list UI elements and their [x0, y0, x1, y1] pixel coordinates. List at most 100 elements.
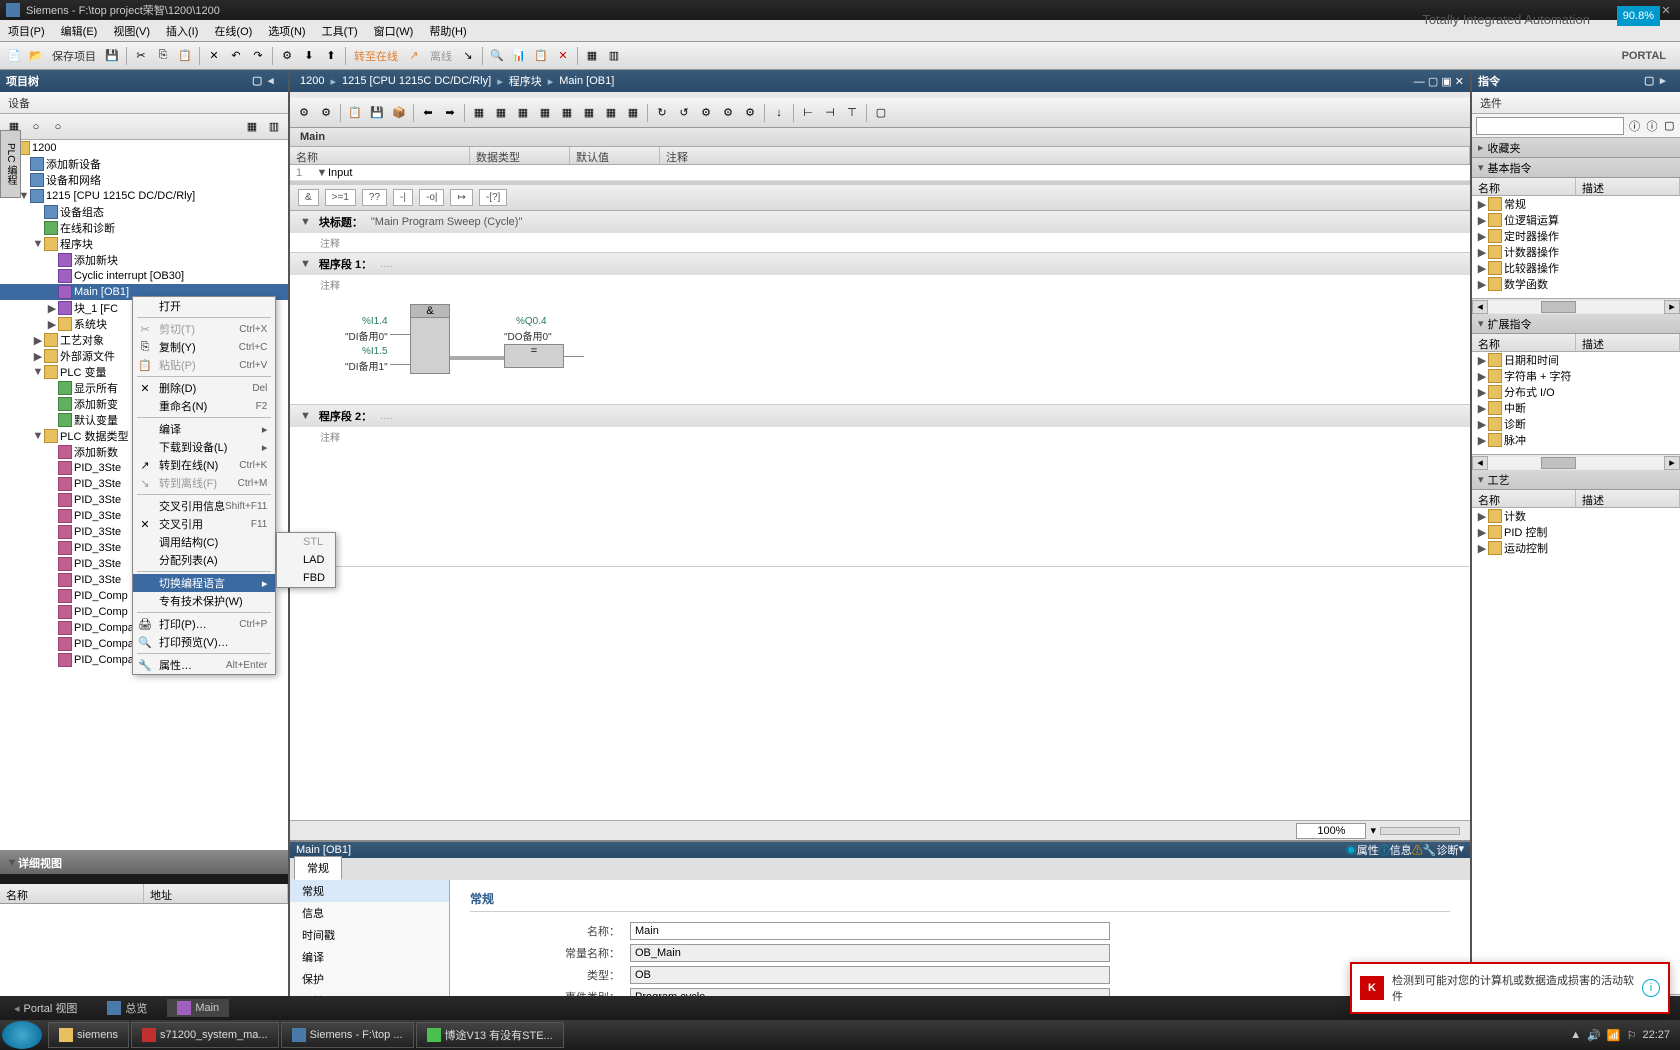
go-offline-icon[interactable]: ↘ [458, 46, 478, 66]
iface-col-comment[interactable]: 注释 [660, 147, 1470, 164]
fbd-in2-name[interactable]: "DI备用1" [345, 358, 388, 373]
copy-icon[interactable]: ⎘ [153, 46, 173, 66]
instr-col-name3[interactable]: 名称 [1472, 490, 1576, 507]
tray-clock[interactable]: 22:27 [1642, 1029, 1670, 1041]
instr-count[interactable]: ▶计数 [1472, 508, 1680, 524]
network-1-header[interactable]: ▼程序段 1：.... [290, 253, 1470, 275]
detail-col-addr[interactable]: 地址 [144, 884, 288, 903]
cm-[interactable]: 打开 [133, 297, 275, 315]
network-2-comment[interactable]: 注释 [290, 427, 1470, 446]
ext-scrollbar[interactable]: ◂▸ [1472, 454, 1680, 470]
fbd-jmp-button[interactable]: ↦ [450, 189, 472, 206]
menu-window[interactable]: 窗口(W) [366, 20, 422, 42]
block-comment[interactable]: 注释 [290, 233, 1470, 252]
network-1-body[interactable]: & = %I1.4 "DI备用0" %I1.5 "DI备用1" %Q0.4 "D… [290, 294, 1470, 404]
cut-icon[interactable]: ✂ [131, 46, 151, 66]
menu-online[interactable]: 在线(O) [206, 20, 260, 42]
et-icon-18[interactable]: ⚙ [696, 103, 716, 123]
prop-type-input[interactable] [630, 966, 1110, 984]
fbd-out-addr[interactable]: %Q0.4 [516, 316, 547, 327]
zoom-slider[interactable] [1380, 827, 1460, 835]
editor-max-icon[interactable]: ▣ [1441, 76, 1451, 88]
bc-3[interactable]: 程序块 [505, 73, 546, 89]
cm-[interactable]: 交叉引用信息Shift+F11 [133, 497, 275, 515]
instr-datetime[interactable]: ▶日期和时间 [1472, 352, 1680, 368]
fbd-no-button[interactable]: -| [393, 189, 413, 206]
zoom-value[interactable]: 100% [1296, 823, 1366, 839]
instr-string[interactable]: ▶字符串 + 字符 [1472, 368, 1680, 384]
tree-tb-3-icon[interactable]: ○ [48, 117, 68, 137]
detail-col-name[interactable]: 名称 [0, 884, 144, 903]
fbd-in2-addr[interactable]: %I1.5 [362, 346, 388, 357]
instr-general[interactable]: ▶常规 [1472, 196, 1680, 212]
cm-[interactable]: 切换编程语言▸ [133, 574, 275, 592]
delete-icon[interactable]: ✕ [204, 46, 224, 66]
et-icon-7[interactable]: ➡ [440, 103, 460, 123]
prop-subtab-general[interactable]: 常规 [294, 856, 342, 880]
system-tray[interactable]: ▲ 🔊 📶 ⚐ 22:27 [1570, 1029, 1678, 1042]
cm-sub-lad[interactable]: LAD [277, 551, 335, 569]
fbd-in1-addr[interactable]: %I1.4 [362, 316, 388, 327]
bc-4[interactable]: Main [OB1] [555, 75, 618, 87]
new-project-icon[interactable]: 📄 [4, 46, 24, 66]
instr-search-icon-1[interactable]: ⓘ [1628, 116, 1641, 136]
et-icon-19[interactable]: ⚙ [718, 103, 738, 123]
et-icon-21[interactable]: ↓ [769, 103, 789, 123]
task-chrome[interactable]: 博途V13 有没有STE... [416, 1022, 564, 1048]
block-title-header[interactable]: ▼块标题： "Main Program Sweep (Cycle)" [290, 211, 1470, 233]
cm-D[interactable]: ✕删除(D)Del [133, 379, 275, 397]
tree-add-block[interactable]: 添加新块 [0, 252, 288, 268]
instr-compare[interactable]: ▶比较器操作 [1472, 260, 1680, 276]
go-offline-button[interactable]: 离线 [426, 48, 456, 64]
sb-portal-view[interactable]: ◂Portal 视图 [4, 998, 87, 1018]
devices-tab[interactable]: 设备 [0, 92, 288, 114]
menu-edit[interactable]: 编辑(E) [53, 20, 106, 42]
sec-basic[interactable]: ▾基本指令 [1472, 158, 1680, 178]
fbd-or-button[interactable]: >=1 [325, 189, 356, 206]
left-side-tab-plc[interactable]: PLC 编程 [0, 130, 21, 198]
save-icon[interactable]: 💾 [102, 46, 122, 66]
tb-icon-3[interactable]: 📋 [531, 46, 551, 66]
cm-L[interactable]: 下载到设备(L)▸ [133, 438, 275, 456]
zoom-dropdown-icon[interactable]: ▾ [1370, 824, 1376, 837]
cm-P[interactable]: 🖨打印(P)…Ctrl+P [133, 615, 275, 633]
cm-T[interactable]: ✂剪切(T)Ctrl+X [133, 320, 275, 338]
instr-timer[interactable]: ▶定时器操作 [1472, 228, 1680, 244]
fbd-assign-block[interactable]: = [504, 344, 564, 368]
fbd-in1-name[interactable]: "DI备用0" [345, 328, 388, 343]
prop-nav-compile[interactable]: 编译 [290, 946, 449, 968]
et-icon-6[interactable]: ⬅ [418, 103, 438, 123]
go-online-button[interactable]: 转至在线 [350, 48, 402, 64]
instr-col-desc3[interactable]: 描述 [1576, 490, 1680, 507]
et-icon-2[interactable]: ⚙ [316, 103, 336, 123]
upload-icon[interactable]: ⬆ [321, 46, 341, 66]
task-siemens-app[interactable]: Siemens - F:\top ... [281, 1022, 414, 1048]
tb-icon-1[interactable]: 🔍 [487, 46, 507, 66]
tree-device-config[interactable]: 设备组态 [0, 204, 288, 220]
network-1-comment[interactable]: 注释 [290, 275, 1470, 294]
tree-view-1-icon[interactable]: ▦ [242, 117, 262, 137]
network-2-header[interactable]: ▼程序段 2：.... [290, 405, 1470, 427]
sec-tech[interactable]: ▾工艺 [1472, 470, 1680, 490]
instr-col-name2[interactable]: 名称 [1472, 334, 1576, 351]
tb-icon-5[interactable]: ▥ [604, 46, 624, 66]
fbd-nc-button[interactable]: -o| [419, 189, 445, 206]
close-button[interactable]: ✕ [1658, 3, 1674, 17]
tree-program-blocks[interactable]: ▼程序块 [0, 236, 288, 252]
prop-tab-properties[interactable]: ◉属性 [1346, 842, 1379, 858]
cm-N[interactable]: 重命名(N)F2 [133, 397, 275, 415]
cm-[interactable]: ✕交叉引用F11 [133, 515, 275, 533]
tray-icon-1[interactable]: ▲ [1570, 1029, 1581, 1041]
prop-nav-timestamp[interactable]: 时间戳 [290, 924, 449, 946]
editor-restore-icon[interactable]: ▢ [1428, 76, 1438, 88]
undo-icon[interactable]: ↶ [226, 46, 246, 66]
instr-col-desc2[interactable]: 描述 [1576, 334, 1680, 351]
cm-P[interactable]: 📋粘贴(P)Ctrl+V [133, 356, 275, 374]
cm-Y[interactable]: ⎘复制(Y)Ctrl+C [133, 338, 275, 356]
tree-devices-networks[interactable]: 设备和网络 [0, 172, 288, 188]
tb-icon-4[interactable]: ▦ [582, 46, 602, 66]
instr-pulse[interactable]: ▶脉冲 [1472, 432, 1680, 448]
instr-math[interactable]: ▶数学函数 [1472, 276, 1680, 292]
prop-nav-info[interactable]: 信息 [290, 902, 449, 924]
instr-search-input[interactable] [1476, 117, 1624, 135]
